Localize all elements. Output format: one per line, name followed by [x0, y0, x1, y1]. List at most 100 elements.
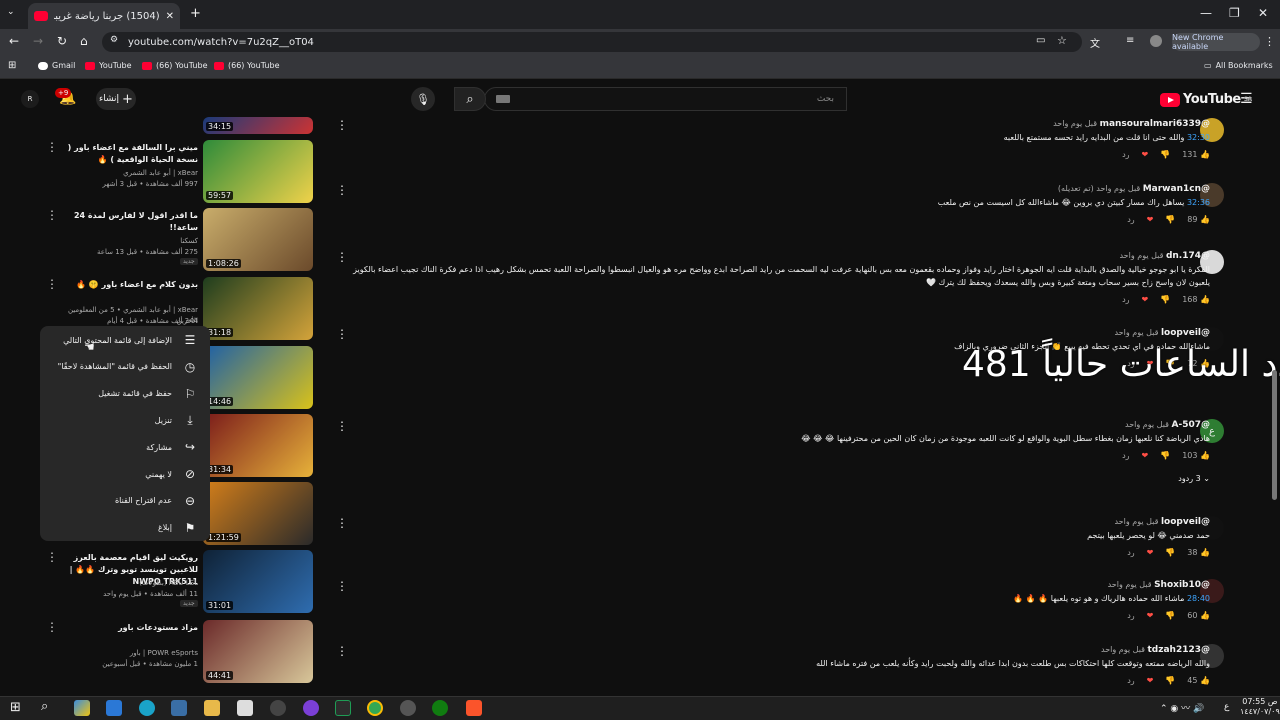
video-title[interactable]: مزاد مستودعات باور — [50, 622, 198, 634]
comment-time[interactable]: قبل يوم واحد (تم تعديله) — [1058, 184, 1143, 193]
video-title[interactable]: ميني برا السالفة مع اعضاء باور ( نسخة ال… — [50, 142, 198, 166]
comment-time[interactable]: قبل يوم واحد — [1053, 119, 1099, 128]
search-input[interactable]: بحث — [484, 87, 847, 111]
clock[interactable]: 07:55 ص ١٤٤٧/٠٧/٠٩ — [1240, 697, 1280, 717]
reply-button[interactable]: رد — [1127, 611, 1134, 620]
like-button[interactable]: 👍 38 — [1187, 548, 1210, 557]
video-thumbnail[interactable]: 31:18 — [203, 277, 313, 340]
home-icon[interactable]: ⌂ — [80, 34, 88, 48]
page-scrollbar[interactable] — [1272, 370, 1277, 500]
bookmark-gmail[interactable]: Gmail — [38, 61, 75, 70]
search-button[interactable]: ⌕ — [454, 87, 486, 111]
video-channel[interactable]: ABU LEL (بطولات) — [50, 578, 198, 589]
comment-time[interactable]: قبل يوم واحد — [1119, 251, 1165, 260]
menu-item-block[interactable]: لا يهمني ⊘ — [40, 461, 210, 487]
tab-list-icon[interactable]: ⌄ — [7, 7, 15, 17]
chrome-icon[interactable] — [367, 700, 383, 716]
comment-menu-icon[interactable]: ⋮ — [336, 183, 348, 197]
bookmark-youtube[interactable]: YouTube — [85, 61, 132, 70]
comment-timestamp-link[interactable]: 32:30 — [1184, 133, 1210, 142]
comment-menu-icon[interactable]: ⋮ — [336, 516, 348, 530]
reply-button[interactable]: رد — [1127, 676, 1134, 685]
close-tab-icon[interactable]: ✕ — [166, 11, 174, 22]
video-title[interactable]: ما اقدر اقول لا لفارس لمدة 24 ساعة!! — [50, 210, 198, 234]
tab-search-icon[interactable]: ≡ — [1126, 35, 1134, 46]
comment-author[interactable]: @loopveil — [1161, 517, 1210, 527]
comment-author[interactable]: @tdzah2123 — [1147, 645, 1210, 655]
comment-time[interactable]: قبل يوم واحد — [1101, 645, 1147, 654]
menu-item-share[interactable]: مشاركة ↪ — [40, 434, 210, 460]
comment-author[interactable]: @A-507 — [1172, 420, 1211, 430]
youtube-logo[interactable]: YouTube SA — [1160, 92, 1252, 107]
comment-author[interactable]: @loopveil — [1161, 328, 1210, 338]
xbox-icon[interactable] — [432, 700, 448, 716]
like-button[interactable]: 👍 103 — [1182, 451, 1210, 460]
bookmark-youtube-2[interactable]: (66) YouTube — [142, 61, 208, 70]
comment-menu-icon[interactable]: ⋮ — [336, 419, 348, 433]
comment-menu-icon[interactable]: ⋮ — [336, 644, 348, 658]
video-thumbnail[interactable]: 44:41 — [203, 620, 313, 683]
keyboard-icon[interactable] — [496, 95, 510, 103]
cast-icon[interactable]: ▭ — [1036, 35, 1045, 46]
obs-icon[interactable] — [270, 700, 286, 716]
language-indicator[interactable]: ع — [1224, 702, 1229, 712]
video-thumbnail[interactable]: 31:01 — [203, 550, 313, 613]
browser-tab[interactable]: (1504) جربنا رياضة غريبة وجديدة ✕ — [28, 3, 180, 29]
comment-time[interactable]: قبل يوم واحد — [1114, 517, 1160, 526]
app-2-icon[interactable] — [400, 700, 416, 716]
forward-icon[interactable]: → — [33, 34, 43, 48]
reply-button[interactable]: رد — [1122, 295, 1129, 304]
comment-menu-icon[interactable]: ⋮ — [336, 250, 348, 264]
comment-timestamp-link[interactable]: 28:40 — [1184, 594, 1210, 603]
video-thumbnail[interactable]: 1:08:26 — [203, 208, 313, 271]
video-thumbnail[interactable]: 31:34 — [203, 414, 313, 477]
more-actions-icon[interactable]: ⋮ — [46, 277, 58, 291]
comment-menu-icon[interactable]: ⋮ — [336, 327, 348, 341]
dislike-icon[interactable]: 👎 — [1165, 676, 1175, 685]
reload-icon[interactable]: ↻ — [57, 34, 67, 48]
dislike-icon[interactable]: 👎 — [1165, 611, 1175, 620]
comment-menu-icon[interactable]: ⋮ — [336, 118, 348, 132]
file-explorer-icon[interactable] — [204, 700, 220, 716]
video-thumbnail[interactable]: 34:15 — [203, 117, 313, 134]
view-replies-button[interactable]: ⌄ 3 ردود — [330, 474, 1210, 483]
dislike-icon[interactable]: 👎 — [1160, 451, 1170, 460]
reply-button[interactable]: رد — [1127, 215, 1134, 224]
comment-time[interactable]: قبل يوم واحد — [1114, 328, 1160, 337]
close-window-icon[interactable]: ✕ — [1258, 6, 1268, 20]
more-actions-icon[interactable]: ⋮ — [46, 550, 58, 564]
mail-icon[interactable] — [106, 700, 122, 716]
comment-time[interactable]: قبل يوم واحد — [1108, 580, 1154, 589]
comment-time[interactable]: قبل يوم واحد — [1125, 420, 1171, 429]
comment-author[interactable]: @Shoxib10 — [1154, 580, 1210, 590]
copilot-icon[interactable] — [74, 700, 90, 716]
dislike-icon[interactable]: 👎 — [1160, 150, 1170, 159]
dislike-icon[interactable]: 👎 — [1165, 548, 1175, 557]
comment-author[interactable]: @dn.174 — [1166, 251, 1210, 261]
edge-icon[interactable] — [139, 700, 155, 716]
menu-item-minus-circle[interactable]: عدم اقتراح القناة ⊖ — [40, 488, 210, 514]
restore-icon[interactable]: ❐ — [1229, 6, 1240, 20]
more-actions-icon[interactable]: ⋮ — [46, 140, 58, 154]
minimize-icon[interactable]: — — [1200, 6, 1212, 20]
video-thumbnail[interactable]: 1:21:59 — [203, 482, 313, 545]
store-icon[interactable] — [171, 700, 187, 716]
avatar[interactable]: R — [21, 90, 39, 108]
comment-timestamp-link[interactable]: 32:36 — [1184, 198, 1210, 207]
video-thumbnail[interactable]: 14:46 — [203, 346, 313, 409]
menu-item-clock[interactable]: الحفظ في قائمة "المشاهدة لاحقًا" ◷ — [40, 354, 210, 380]
dislike-icon[interactable]: 👎 — [1165, 215, 1175, 224]
brave-icon[interactable] — [466, 700, 482, 716]
video-thumbnail[interactable]: 59:57 — [203, 140, 313, 203]
comment-menu-icon[interactable]: ⋮ — [336, 579, 348, 593]
url-bar[interactable]: ⚙ youtube.com/watch?v=7u2qZ__oT04 — [102, 32, 1082, 52]
more-actions-icon[interactable]: ⋮ — [46, 620, 58, 634]
reply-button[interactable]: رد — [1127, 548, 1134, 557]
tray-icons[interactable]: ⌃ ◉ 〰 🔊 — [1160, 701, 1204, 714]
like-button[interactable]: 👍 89 — [1187, 215, 1210, 224]
profile-icon[interactable] — [1150, 35, 1162, 47]
like-button[interactable]: 👍 131 — [1182, 150, 1210, 159]
video-channel[interactable]: xBear | أبو عابد الشمري — [50, 168, 198, 179]
comment-author[interactable]: @mansouralmari6339 — [1100, 119, 1210, 129]
like-button[interactable]: 👍 45 — [1187, 676, 1210, 685]
